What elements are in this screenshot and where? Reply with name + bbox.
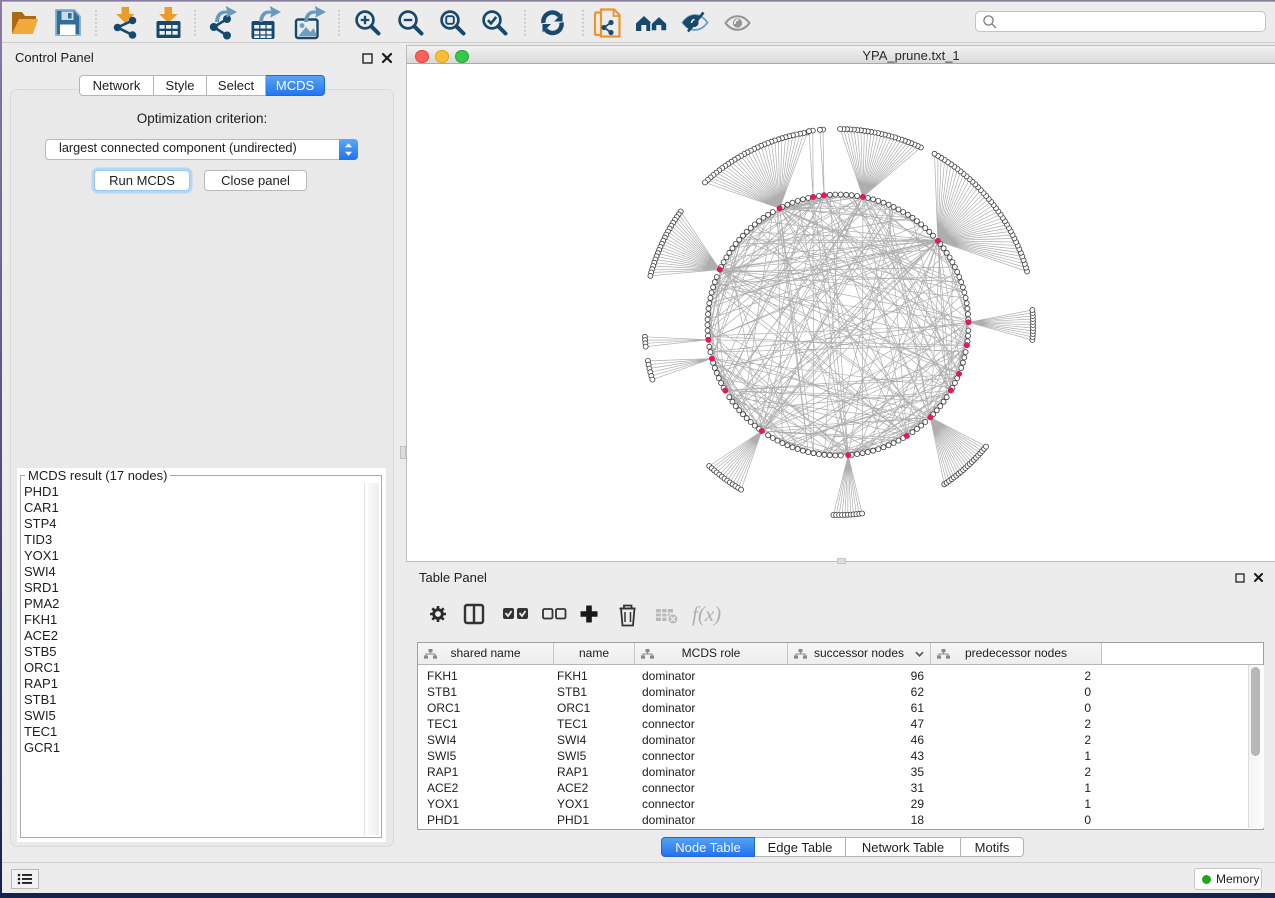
svg-text:f(x): f(x) (692, 602, 721, 626)
